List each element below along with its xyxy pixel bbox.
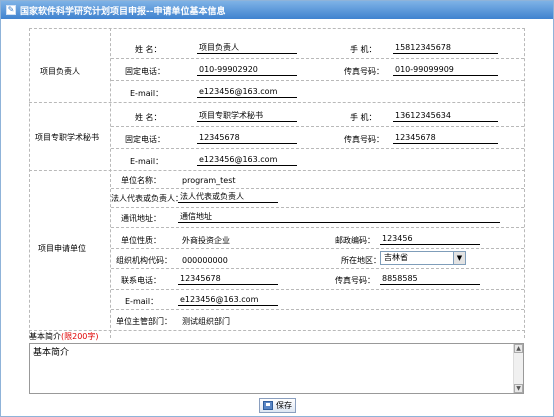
- leader-phone-label: 固定电话：: [125, 67, 165, 76]
- unit-org-code-value: 000000000: [182, 256, 228, 265]
- row-divider: [111, 126, 524, 127]
- row-divider: [111, 58, 524, 59]
- unit-legal-input[interactable]: 法人代表或负责人: [178, 191, 278, 203]
- row-divider: [111, 188, 524, 189]
- leader-email-input[interactable]: e123456@163.com: [197, 86, 297, 98]
- secretary-fax-input[interactable]: 12345678: [393, 132, 498, 144]
- textarea-scrollbar[interactable]: ▲ ▼: [513, 344, 523, 393]
- region-select[interactable]: 吉林省 ▼: [380, 251, 466, 265]
- unit-postcode-label: 邮政编码：: [335, 236, 375, 245]
- secretary-email-label: E-mail：: [130, 157, 164, 166]
- row-divider: [111, 148, 524, 149]
- row-divider: [29, 102, 525, 103]
- unit-dept-value: 测试组织部门: [182, 317, 230, 326]
- unit-legal-label: 法人代表或负责人：: [111, 194, 183, 203]
- unit-org-code-label: 组织机构代码：: [116, 256, 172, 265]
- unit-fax-label: 传真号码：: [335, 276, 375, 285]
- secretary-mobile-input[interactable]: 13612345634: [393, 110, 498, 122]
- row-divider: [111, 248, 524, 249]
- unit-nature-label: 单位性质：: [121, 236, 161, 245]
- save-icon: [263, 401, 273, 410]
- leader-phone-input[interactable]: 010-99902920: [197, 64, 297, 76]
- form-border-right: [524, 28, 525, 338]
- secretary-phone-input[interactable]: 12345678: [197, 132, 297, 144]
- unit-dept-label: 单位主管部门：: [116, 317, 172, 326]
- scroll-down-icon[interactable]: ▼: [514, 384, 523, 393]
- save-button[interactable]: 保存: [259, 398, 296, 413]
- leader-mobile-input[interactable]: 15812345678: [393, 42, 498, 54]
- unit-name-value: program_test: [182, 176, 236, 185]
- unit-contact-input[interactable]: 12345678: [178, 273, 278, 285]
- leader-name-label: 姓 名：: [135, 45, 162, 54]
- unit-nature-value: 外商投资企业: [182, 236, 230, 245]
- row-divider: [29, 170, 525, 171]
- row-divider: [111, 227, 524, 228]
- chevron-down-icon[interactable]: ▼: [453, 252, 465, 264]
- unit-region-label: 所在地区：: [341, 256, 381, 265]
- intro-textarea[interactable]: 基本简介 ▲ ▼: [29, 343, 524, 394]
- secretary-fax-label: 传真号码：: [344, 135, 384, 144]
- unit-postcode-input[interactable]: 123456: [380, 233, 480, 245]
- section-label-secretary: 项目专职学术秘书: [35, 133, 99, 142]
- scroll-up-icon[interactable]: ▲: [514, 344, 523, 353]
- leader-mobile-label: 手 机：: [350, 45, 377, 54]
- title-bar: ✎ 国家软件科学研究计划项目申报--申请单位基本信息: [1, 1, 553, 19]
- secretary-name-input[interactable]: 项目专职学术秘书: [197, 110, 297, 122]
- row-divider: [111, 268, 524, 269]
- intro-text: 基本简介: [33, 348, 70, 358]
- leader-name-input[interactable]: 项目负责人: [197, 42, 297, 54]
- region-select-value: 吉林省: [384, 253, 408, 262]
- row-divider: [29, 330, 525, 331]
- leader-fax-label: 传真号码：: [344, 67, 384, 76]
- unit-email-label: E-mail：: [125, 297, 159, 306]
- leader-email-label: E-mail：: [130, 89, 164, 98]
- unit-fax-input[interactable]: 8858585: [380, 273, 480, 285]
- intro-limit-note: (限200字): [61, 332, 99, 341]
- row-divider: [111, 309, 524, 310]
- form-border-left: [29, 28, 30, 338]
- window-icon: ✎: [6, 5, 16, 15]
- row-divider: [111, 207, 524, 208]
- row-divider: [111, 80, 524, 81]
- unit-contact-label: 联系电话：: [121, 276, 161, 285]
- row-divider: [29, 28, 525, 29]
- unit-name-label: 单位名称：: [121, 176, 161, 185]
- leader-fax-input[interactable]: 010-99099909: [393, 64, 498, 76]
- section-label-leader: 项目负责人: [40, 67, 80, 76]
- row-divider: [111, 289, 524, 290]
- intro-label: 基本简介(限200字): [29, 332, 99, 341]
- secretary-mobile-label: 手 机：: [350, 113, 377, 122]
- unit-address-input[interactable]: 通信地址: [178, 211, 500, 223]
- unit-address-label: 通讯地址：: [121, 214, 161, 223]
- save-button-label: 保存: [276, 401, 292, 410]
- secretary-name-label: 姓 名：: [135, 113, 162, 122]
- secretary-email-input[interactable]: e123456@163.com: [197, 154, 297, 166]
- section-label-unit: 项目申请单位: [38, 244, 86, 253]
- window-title: 国家软件科学研究计划项目申报--申请单位基本信息: [20, 7, 226, 17]
- secretary-phone-label: 固定电话：: [125, 135, 165, 144]
- unit-email-input[interactable]: e123456@163.com: [178, 294, 278, 306]
- section-divider: [110, 28, 111, 338]
